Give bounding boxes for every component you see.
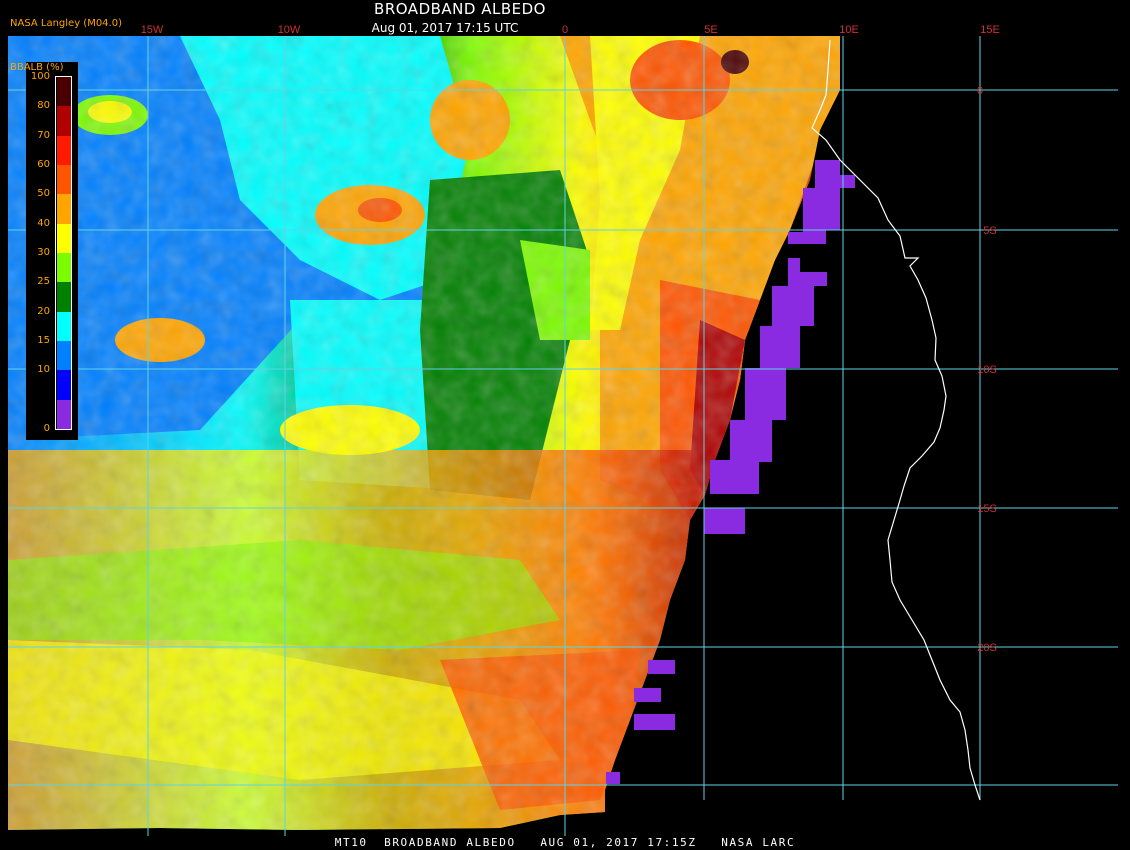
lon-label-15e: 15E bbox=[980, 24, 1000, 36]
legend-tick-label: 50 bbox=[37, 188, 50, 200]
map-timestamp: Aug 01, 2017 17:15 UTC bbox=[371, 21, 519, 35]
legend-tick-label: 100 bbox=[30, 71, 50, 82]
legend-tick-label: 60 bbox=[37, 159, 50, 170]
legend-tick-label: 70 bbox=[37, 129, 50, 141]
legend-tick-label: 20 bbox=[37, 305, 50, 317]
lat-label-10s: 10S bbox=[977, 364, 997, 376]
lat-label-5s: 5S bbox=[983, 225, 996, 237]
footer-caption: MT10 BROADBAND ALBEDO AUG 01, 2017 17:15… bbox=[334, 836, 796, 849]
map-title: BROADBAND ALBEDO bbox=[374, 0, 546, 18]
color-legend: BBALB (%) 100 80 70 60 50 40 30 25 20 15 10 0 bbox=[10, 62, 78, 440]
product-source: NASA Langley (M04.0) bbox=[10, 18, 122, 29]
legend-tick-label: 0 bbox=[43, 423, 50, 434]
albedo-map: 15W 10W 0 5E 10E 15E 0 5S 10S 15S 20S bbox=[8, 24, 1118, 836]
legend-tick-label: 80 bbox=[37, 100, 50, 112]
legend-tick-label: 25 bbox=[37, 276, 50, 288]
legend-tick-label: 40 bbox=[37, 217, 50, 229]
legend-frame bbox=[55, 76, 72, 430]
coastline bbox=[811, 39, 981, 801]
lat-label-20s: 20S bbox=[977, 642, 997, 654]
lat-label-15s: 15S bbox=[977, 503, 997, 515]
legend-tick-label: 10 bbox=[37, 364, 50, 376]
legend-tick-label: 30 bbox=[37, 247, 50, 258]
lat-label-0: 0 bbox=[977, 85, 983, 97]
albedo-imagery bbox=[8, 36, 840, 830]
legend-tick-label: 15 bbox=[37, 335, 50, 346]
